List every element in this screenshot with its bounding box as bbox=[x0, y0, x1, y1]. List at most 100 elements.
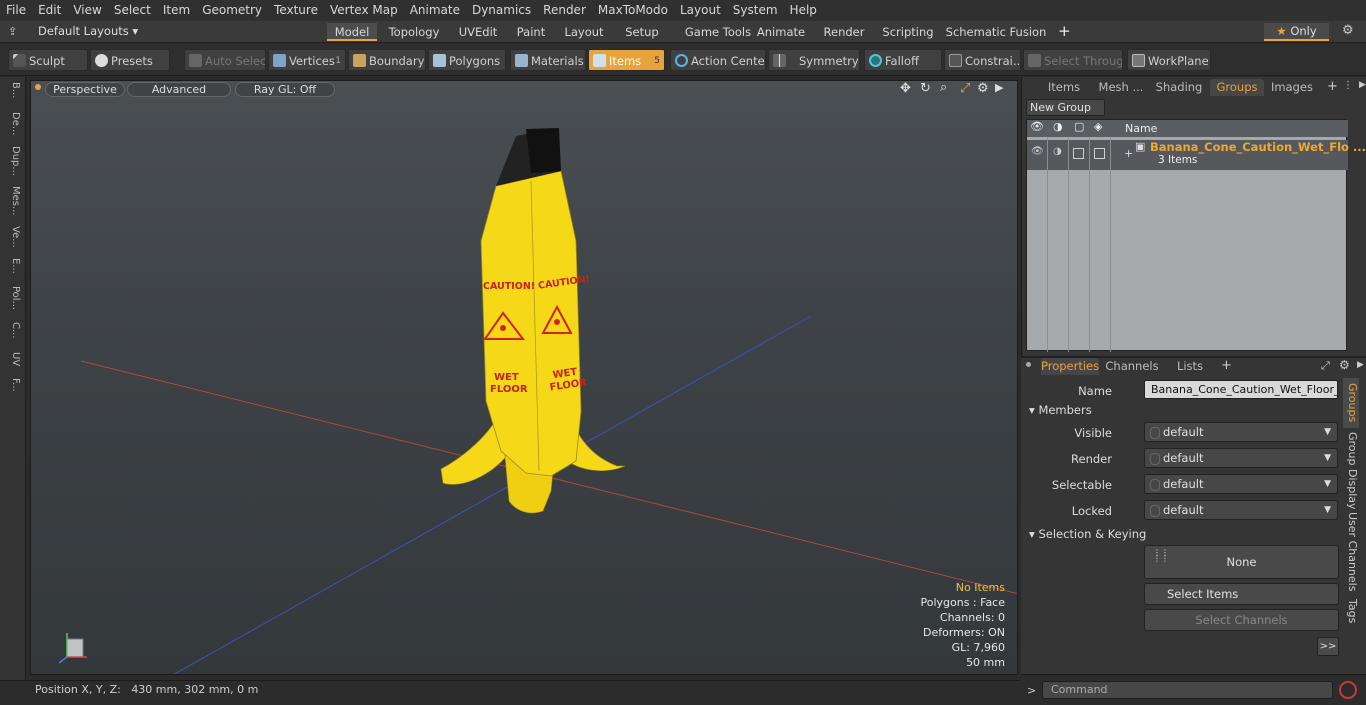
menu-vertex-map[interactable]: Vertex Map bbox=[324, 0, 404, 21]
boundary-button[interactable]: Boundary bbox=[348, 49, 426, 71]
members-section[interactable]: ▾ Members bbox=[1029, 403, 1092, 417]
add-panel-tab-icon[interactable]: + bbox=[1327, 79, 1338, 94]
mode-tab-setup[interactable]: Setup bbox=[618, 23, 666, 41]
menu-system[interactable]: System bbox=[727, 0, 784, 21]
props-tab-properties[interactable]: Properties bbox=[1041, 358, 1099, 375]
menu-texture[interactable]: Texture bbox=[268, 0, 324, 21]
mode-tab-game-tools[interactable]: Game Tools bbox=[672, 23, 764, 41]
left-tab-7[interactable]: C... bbox=[4, 322, 21, 339]
more-button[interactable]: >> bbox=[1317, 637, 1339, 656]
select-channels-button[interactable]: Select Channels bbox=[1144, 609, 1339, 631]
layout-selector[interactable]: Default Layouts ▾ bbox=[38, 24, 138, 38]
vertices-button[interactable]: Vertices 1 bbox=[268, 49, 346, 71]
selectable-dropdown[interactable]: default ▼ bbox=[1144, 474, 1338, 494]
menu-render[interactable]: Render bbox=[537, 0, 592, 21]
layouts-home-icon[interactable]: ⇪ bbox=[8, 25, 17, 38]
menu-animate[interactable]: Animate bbox=[404, 0, 466, 21]
zoom-view-icon[interactable]: ⌕ bbox=[940, 80, 947, 95]
select-items-button[interactable]: Select Items bbox=[1144, 583, 1339, 605]
panel-options-icon[interactable]: ⋮ bbox=[1343, 80, 1353, 91]
left-tab-6[interactable]: Pol... bbox=[4, 286, 21, 310]
props-tab-channels[interactable]: Channels bbox=[1103, 358, 1161, 375]
gear-icon[interactable]: ⚙ bbox=[1342, 23, 1354, 38]
viewport-menu-dot[interactable] bbox=[35, 84, 41, 90]
only-toggle[interactable]: ★ Only bbox=[1264, 23, 1329, 41]
left-tab-0[interactable]: B... bbox=[4, 82, 21, 98]
lock-icon[interactable]: ▢ bbox=[1074, 120, 1084, 133]
presets-button[interactable]: Presets bbox=[90, 49, 170, 71]
props-pop-out-icon[interactable]: ⤢ bbox=[1321, 359, 1330, 373]
materials-button[interactable]: Materials bbox=[510, 49, 586, 71]
mode-tab-animate[interactable]: Animate bbox=[756, 23, 806, 41]
mode-tab-layout[interactable]: Layout bbox=[558, 23, 610, 41]
props-tab-lists[interactable]: Lists bbox=[1165, 358, 1215, 375]
side-tab-group-display[interactable]: Group Display bbox=[1343, 432, 1359, 510]
left-tab-2[interactable]: Dup... bbox=[4, 146, 21, 176]
left-tab-8[interactable]: UV bbox=[4, 352, 21, 366]
render-dropdown[interactable]: default ▼ bbox=[1144, 448, 1338, 468]
locked-dropdown[interactable]: default ▼ bbox=[1144, 500, 1338, 520]
menu-item[interactable]: Item bbox=[157, 0, 196, 21]
side-tab-groups[interactable]: Groups bbox=[1343, 378, 1359, 428]
new-group-button[interactable]: New Group bbox=[1026, 99, 1105, 116]
rotate-view-icon[interactable]: ↻ bbox=[920, 81, 931, 96]
menu-view[interactable]: View bbox=[67, 0, 107, 21]
menu-select[interactable]: Select bbox=[108, 0, 157, 21]
items-button[interactable]: Items 5 bbox=[588, 49, 665, 71]
add-tab-icon[interactable]: + bbox=[1058, 22, 1071, 40]
left-tab-4[interactable]: Ve... bbox=[4, 226, 21, 248]
advanced-button[interactable]: Advanced bbox=[127, 82, 231, 97]
select-through-button[interactable]: Select Through bbox=[1023, 49, 1123, 71]
render-icon[interactable]: ◑ bbox=[1053, 120, 1063, 133]
row-visibility-eye-icon[interactable]: 👁 bbox=[1031, 146, 1044, 157]
menu-geometry[interactable]: Geometry bbox=[196, 0, 268, 21]
row-render-icon[interactable]: ◑ bbox=[1053, 146, 1062, 157]
add-props-tab-icon[interactable]: + bbox=[1221, 358, 1232, 373]
mode-tab-scripting[interactable]: Scripting bbox=[878, 23, 938, 41]
name-field[interactable]: Banana_Cone_Caution_Wet_Floor_Si bbox=[1144, 380, 1338, 399]
mode-tab-model[interactable]: Model bbox=[327, 23, 377, 41]
panel-expand-icon[interactable]: ▶ bbox=[1359, 80, 1366, 90]
record-icon[interactable] bbox=[1339, 681, 1357, 699]
menu-edit[interactable]: Edit bbox=[32, 0, 67, 21]
left-tab-5[interactable]: E... bbox=[4, 258, 21, 274]
side-tab-tags[interactable]: Tags bbox=[1343, 596, 1359, 626]
panel-tab-mesh-[interactable]: Mesh ... bbox=[1092, 79, 1150, 96]
workplane-button[interactable]: WorkPlane bbox=[1127, 49, 1211, 71]
falloff-button[interactable]: Falloff bbox=[864, 49, 942, 71]
props-menu-dot[interactable] bbox=[1026, 362, 1031, 367]
constraints-button[interactable]: Constrai... bbox=[944, 49, 1021, 71]
auto-select-button[interactable]: Auto Select bbox=[184, 49, 266, 71]
mode-tab-uvedit[interactable]: UVEdit bbox=[450, 23, 506, 41]
symmetry-button[interactable]: Symmetry bbox=[768, 49, 860, 71]
move-view-icon[interactable]: ✥ bbox=[900, 81, 911, 96]
side-tab-user-channels[interactable]: User Channels bbox=[1343, 512, 1359, 591]
keying-none-button[interactable]: ⋮⋮ ⋮⋮ None bbox=[1144, 545, 1339, 579]
row-select-checkbox[interactable] bbox=[1094, 148, 1105, 159]
left-tab-3[interactable]: Mes... bbox=[4, 186, 21, 216]
panel-tab-shading[interactable]: Shading bbox=[1152, 79, 1206, 96]
menu-maxtomodo[interactable]: MaxToModo bbox=[592, 0, 674, 21]
props-settings-icon[interactable]: ⚙ bbox=[1339, 358, 1350, 372]
visibility-eye-icon[interactable]: 👁 bbox=[1030, 120, 1044, 133]
mode-tab-paint[interactable]: Paint bbox=[510, 23, 552, 41]
command-input[interactable]: Command bbox=[1042, 681, 1333, 699]
mode-tab-render[interactable]: Render bbox=[816, 23, 872, 41]
mode-tab-topology[interactable]: Topology bbox=[382, 23, 446, 41]
left-tab-1[interactable]: De... bbox=[4, 112, 21, 135]
group-list-row-selected[interactable]: 👁 ◑ + ▣ Banana_Cone_Caution_Wet_Flo ... … bbox=[1027, 140, 1366, 170]
fit-view-icon[interactable]: ⤢ bbox=[960, 81, 970, 96]
panel-tab-groups[interactable]: Groups bbox=[1210, 79, 1264, 96]
3d-viewport[interactable]: CAUTION! CAUTION! WET FLOOR WET FLOOR No… bbox=[30, 80, 1018, 675]
action-center-button[interactable]: Action Center bbox=[670, 49, 766, 71]
panel-tab-images[interactable]: Images bbox=[1268, 79, 1316, 96]
mode-tab-schematic-fusion[interactable]: Schematic Fusion bbox=[944, 23, 1048, 41]
viewport-expand-icon[interactable]: ▶ bbox=[995, 81, 1003, 94]
viewport-settings-icon[interactable]: ⚙ bbox=[977, 81, 989, 96]
menu-help[interactable]: Help bbox=[784, 0, 823, 21]
raygl-button[interactable]: Ray GL: Off bbox=[235, 82, 335, 97]
polygons-button[interactable]: Polygons bbox=[428, 49, 506, 71]
row-lock-checkbox[interactable] bbox=[1073, 148, 1084, 159]
left-tab-9[interactable]: F... bbox=[4, 378, 21, 392]
menu-layout[interactable]: Layout bbox=[674, 0, 727, 21]
